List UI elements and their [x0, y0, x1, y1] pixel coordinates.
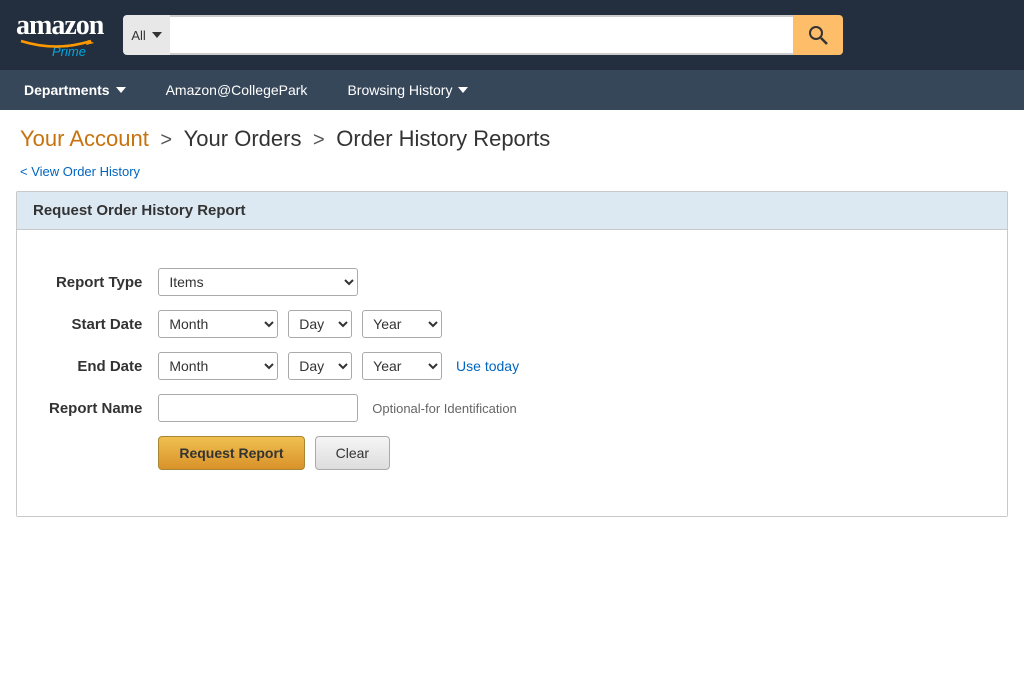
end-date-row: End Date Month JanuaryFebruaryMarch Apri… [49, 352, 519, 380]
start-month-select[interactable]: Month JanuaryFebruaryMarch AprilMayJune … [158, 310, 278, 338]
end-date-field[interactable]: Month JanuaryFebruaryMarch AprilMayJune … [158, 352, 519, 380]
search-icon [808, 25, 828, 45]
buttons-row: Request Report Clear [49, 436, 519, 470]
report-name-row: Report Name Optional-for Identification [49, 394, 519, 422]
start-day-select[interactable]: Day for(let i=1;i<=31;i++) document.writ… [288, 310, 352, 338]
search-button[interactable] [793, 15, 843, 55]
start-date-label: Start Date [49, 310, 158, 338]
clear-button[interactable]: Clear [315, 436, 390, 470]
card-title: Request Order History Report [33, 202, 246, 219]
browsing-history-dropdown-icon [458, 87, 468, 93]
main-card: Request Order History Report Report Type… [16, 191, 1008, 517]
end-date-label: End Date [49, 352, 158, 380]
request-report-button[interactable]: Request Report [158, 436, 304, 470]
report-type-select[interactable]: Items Orders Shipments Refunds [158, 268, 358, 296]
your-orders-link[interactable]: Your Orders [184, 126, 302, 151]
search-input[interactable] [170, 15, 794, 55]
nav-bar: Departments Amazon@CollegePark Browsing … [0, 70, 1024, 110]
end-year-select[interactable]: Year 202420232022 202120202019 201820172… [362, 352, 442, 380]
buttons-container: Request Report Clear [158, 436, 519, 470]
logo-area[interactable]: amazon Prime [16, 12, 103, 59]
breadcrumb-separator-1: > [160, 129, 172, 151]
report-name-input[interactable] [158, 394, 358, 422]
report-type-row: Report Type Items Orders Shipments Refun… [49, 268, 519, 296]
buttons-field: Request Report Clear [158, 436, 519, 470]
use-today-link[interactable]: Use today [456, 358, 519, 374]
departments-nav[interactable]: Departments [16, 70, 134, 110]
start-date-row: Start Date Month JanuaryFebruaryMarch Ap… [49, 310, 519, 338]
optional-text: Optional-for Identification [372, 401, 517, 416]
card-header: Request Order History Report [17, 192, 1007, 230]
view-order-history-link[interactable]: < View Order History [0, 160, 1024, 191]
end-day-select[interactable]: Day for(let i=1;i<=31;i++) document.writ… [288, 352, 352, 380]
report-type-field[interactable]: Items Orders Shipments Refunds [158, 268, 519, 296]
card-body: Report Type Items Orders Shipments Refun… [17, 230, 1007, 516]
start-date-field[interactable]: Month JanuaryFebruaryMarch AprilMayJune … [158, 310, 519, 338]
report-name-field[interactable]: Optional-for Identification [158, 394, 519, 422]
breadcrumb-separator-2: > [313, 129, 325, 151]
search-bar[interactable]: All [123, 15, 843, 55]
category-dropdown-icon [152, 32, 162, 38]
order-history-reports-title: Order History Reports [336, 126, 550, 151]
browsing-history-nav[interactable]: Browsing History [339, 70, 476, 110]
your-account-link[interactable]: Your Account [20, 126, 149, 151]
end-month-select[interactable]: Month JanuaryFebruaryMarch AprilMayJune … [158, 352, 278, 380]
form-table: Report Type Items Orders Shipments Refun… [49, 254, 519, 484]
top-header: amazon Prime All [0, 0, 1024, 70]
report-type-label: Report Type [49, 268, 158, 296]
start-year-select[interactable]: Year 202420232022 202120202019 201820172… [362, 310, 442, 338]
smile-icon [16, 38, 96, 48]
amazon-logo: amazon [16, 12, 103, 40]
search-category-select[interactable]: All [123, 15, 169, 55]
report-name-label: Report Name [49, 394, 158, 422]
account-nav[interactable]: Amazon@CollegePark [158, 70, 316, 110]
breadcrumb: Your Account > Your Orders > Order Histo… [0, 110, 1024, 160]
departments-dropdown-icon [116, 87, 126, 93]
